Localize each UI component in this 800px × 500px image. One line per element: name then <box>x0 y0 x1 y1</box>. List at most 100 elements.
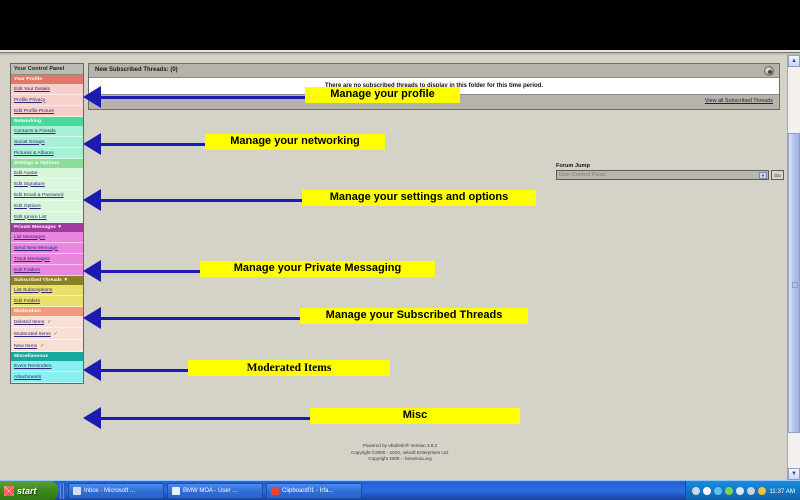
messenger-icon[interactable] <box>725 487 734 495</box>
sidebar-item[interactable]: List Subscriptions <box>11 285 83 296</box>
sidebar-item[interactable]: Send New Message <box>11 243 83 254</box>
page-footer-copyright: Powered by vBulletin® Version 3.8.2 Copy… <box>0 443 800 463</box>
annotation-label: Moderated Items <box>188 360 390 377</box>
sidebar-item[interactable]: List Messages <box>11 232 83 243</box>
view-all-subscribed-threads-link[interactable]: View all Subscribed Threads <box>705 98 773 104</box>
sidebar-item-label[interactable]: Profile Privacy <box>14 98 45 103</box>
scrollbar-thumb[interactable] <box>788 133 800 433</box>
scrollbar-grip <box>792 282 798 288</box>
sidebar-item-label[interactable]: Track Messages <box>14 257 50 262</box>
copyright-line-1: Powered by vBulletin® Version 3.8.2 <box>362 443 438 448</box>
start-button[interactable]: start <box>0 480 58 500</box>
taskbar-task-label: Clipboard01 - Irfa... <box>282 487 334 494</box>
annotation-label: Manage your Private Messaging <box>200 261 435 277</box>
annotation-label: Manage your profile <box>305 87 460 103</box>
shield-icon[interactable] <box>714 487 723 495</box>
sidebar-item-label[interactable]: Social Groups <box>14 140 45 145</box>
sidebar-item[interactable]: Edit Folders <box>11 296 83 307</box>
sidebar-section-header[interactable]: Private Messages ▼ <box>11 223 83 232</box>
arrow-line <box>100 270 200 273</box>
annotation-label: Manage your Subscribed Threads <box>300 308 528 324</box>
sidebar-section-header[interactable]: Miscellaneous <box>11 352 83 361</box>
arrow-line <box>100 417 310 420</box>
sidebar-item-label[interactable]: Attachments <box>14 375 41 380</box>
arrow-head-icon <box>83 86 101 108</box>
forum-jump-go-button[interactable]: Go <box>771 170 784 180</box>
taskbar-task-button[interactable]: Clipboard01 - Irfa... <box>266 482 362 499</box>
sidebar-item-label[interactable]: Edit Avatar <box>14 171 38 176</box>
sidebar-item-label[interactable]: Edit Your Details <box>14 87 50 92</box>
sidebar-item[interactable]: Social Groups <box>11 137 83 148</box>
collapse-toggle-icon[interactable] <box>764 66 774 76</box>
sidebar-item-label[interactable]: Send New Message <box>14 246 58 251</box>
annotation-label: Manage your networking <box>205 134 385 150</box>
sidebar-item-label[interactable]: Edit Options <box>14 204 41 209</box>
copyright-line-2: Copyright ©2000 - 2010, Jelsoft Enterpri… <box>350 449 450 455</box>
sidebar-section-header[interactable]: Subscribed Threads ▼ <box>11 276 83 285</box>
app-icon <box>271 486 279 495</box>
sidebar-item[interactable]: Profile Privacy <box>11 95 83 106</box>
taskbar-task-button[interactable]: Inbox - Microsoft ... <box>68 482 164 499</box>
sidebar-item-label[interactable]: Event Reminders <box>14 364 52 369</box>
sidebar-item-label[interactable]: List Subscriptions <box>14 288 52 293</box>
sidebar-section-header[interactable]: Networking <box>11 117 83 126</box>
sidebar-item-label[interactable]: List Messages <box>14 235 45 240</box>
sidebar-item[interactable]: Edit Avatar <box>11 168 83 179</box>
network-icon[interactable] <box>692 487 701 495</box>
update-icon[interactable] <box>758 487 767 495</box>
arrow-line <box>100 199 302 202</box>
forum-jump-label: Forum Jump <box>556 163 590 169</box>
sidebar-item-label[interactable]: Edit Folders <box>14 268 40 273</box>
scroll-down-arrow-icon[interactable]: ▼ <box>788 468 800 480</box>
sidebar-item-label[interactable]: New Items <box>14 344 37 349</box>
sidebar-item[interactable]: Contacts & Friends <box>11 126 83 137</box>
sidebar-item[interactable]: Edit Folders <box>11 265 83 276</box>
taskbar-task-button[interactable]: BMW MOA - User ... <box>167 482 263 499</box>
sidebar-item[interactable]: Moderated Items ✓ <box>11 328 83 340</box>
sidebar-item[interactable]: Edit Your Details <box>11 84 83 95</box>
taskbar-task-label: Inbox - Microsoft ... <box>84 487 136 494</box>
clock[interactable]: 11:37 AM <box>769 488 795 495</box>
question-icon[interactable] <box>703 487 712 495</box>
vertical-scrollbar[interactable]: ▲ ▼ <box>787 55 800 480</box>
chevron-down-icon[interactable]: ▼ <box>759 172 767 179</box>
start-button-label: start <box>17 485 37 496</box>
control-panel-sidebar: Your Control Panel Your Profile Edit Your… <box>10 63 84 384</box>
sidebar-item-label[interactable]: Moderated Items <box>14 332 51 337</box>
sidebar-item[interactable]: Edit Signature <box>11 179 83 190</box>
sidebar-item-label[interactable]: Edit Email & Password <box>14 193 63 198</box>
copyright-line-3: Copyright 2009 -- bmwmoa.org <box>368 456 432 462</box>
scroll-up-arrow-icon[interactable]: ▲ <box>788 55 800 67</box>
sidebar-item[interactable]: Event Reminders <box>11 361 83 372</box>
sidebar-title: Your Control Panel <box>11 64 83 75</box>
sidebar-item-label[interactable]: Edit Signature <box>14 182 45 187</box>
volume-icon[interactable] <box>736 487 745 495</box>
sidebar-section-header[interactable]: Your Profile <box>11 75 83 84</box>
sidebar-item[interactable]: Edit Email & Password <box>11 190 83 201</box>
sidebar-item[interactable]: Edit Ignore List <box>11 212 83 223</box>
forum-jump-select[interactable]: User Control Panel ▼ <box>556 170 769 180</box>
check-icon: ✓ <box>40 342 45 349</box>
sidebar-section-header[interactable]: Moderation <box>11 307 83 316</box>
sidebar-item-label[interactable]: Pictures & Albums <box>14 151 54 156</box>
arrow-head-icon <box>83 189 101 211</box>
app-icon <box>73 486 81 495</box>
arrow-line <box>100 317 300 320</box>
annotation-label: Manage your settings and options <box>302 190 536 206</box>
sidebar-item-label[interactable]: Deleted Items <box>14 320 44 325</box>
sidebar-item[interactable]: Track Messages <box>11 254 83 265</box>
usb-icon[interactable] <box>747 487 756 495</box>
sidebar-item-label[interactable]: Edit Folders <box>14 299 40 304</box>
sidebar-item-label[interactable]: Edit Profile Picture <box>14 109 54 114</box>
sidebar-item[interactable]: Attachments <box>11 372 83 383</box>
sidebar-section-header[interactable]: Settings & Options <box>11 159 83 168</box>
panel-header: New Subscribed Threads: (0) <box>89 64 779 78</box>
sidebar-item-label[interactable]: Edit Ignore List <box>14 215 47 220</box>
sidebar-item[interactable]: New Items ✓ <box>11 340 83 352</box>
sidebar-item-label[interactable]: Contacts & Friends <box>14 129 56 134</box>
taskbar-grip <box>60 482 66 499</box>
sidebar-item[interactable]: Deleted Items ✓ <box>11 316 83 328</box>
sidebar-item[interactable]: Edit Profile Picture <box>11 106 83 117</box>
sidebar-item[interactable]: Pictures & Albums <box>11 148 83 159</box>
sidebar-item[interactable]: Edit Options <box>11 201 83 212</box>
